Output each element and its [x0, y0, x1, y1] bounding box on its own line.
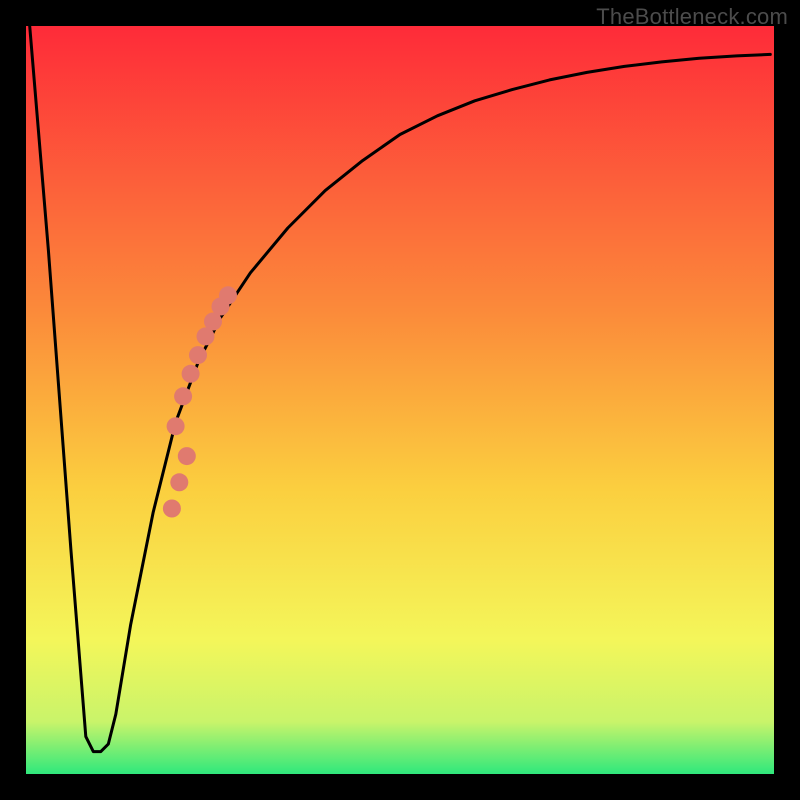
marker-highlight-markers — [174, 387, 192, 405]
marker-highlight-markers — [163, 500, 181, 518]
bottleneck-chart — [0, 0, 800, 800]
marker-highlight-markers — [178, 447, 196, 465]
chart-stage: TheBottleneck.com — [0, 0, 800, 800]
marker-highlight-markers — [182, 365, 200, 383]
watermark-text: TheBottleneck.com — [596, 4, 788, 30]
marker-highlight-markers — [167, 417, 185, 435]
marker-highlight-markers — [219, 286, 237, 304]
marker-highlight-markers — [189, 346, 207, 364]
marker-highlight-markers — [170, 473, 188, 491]
